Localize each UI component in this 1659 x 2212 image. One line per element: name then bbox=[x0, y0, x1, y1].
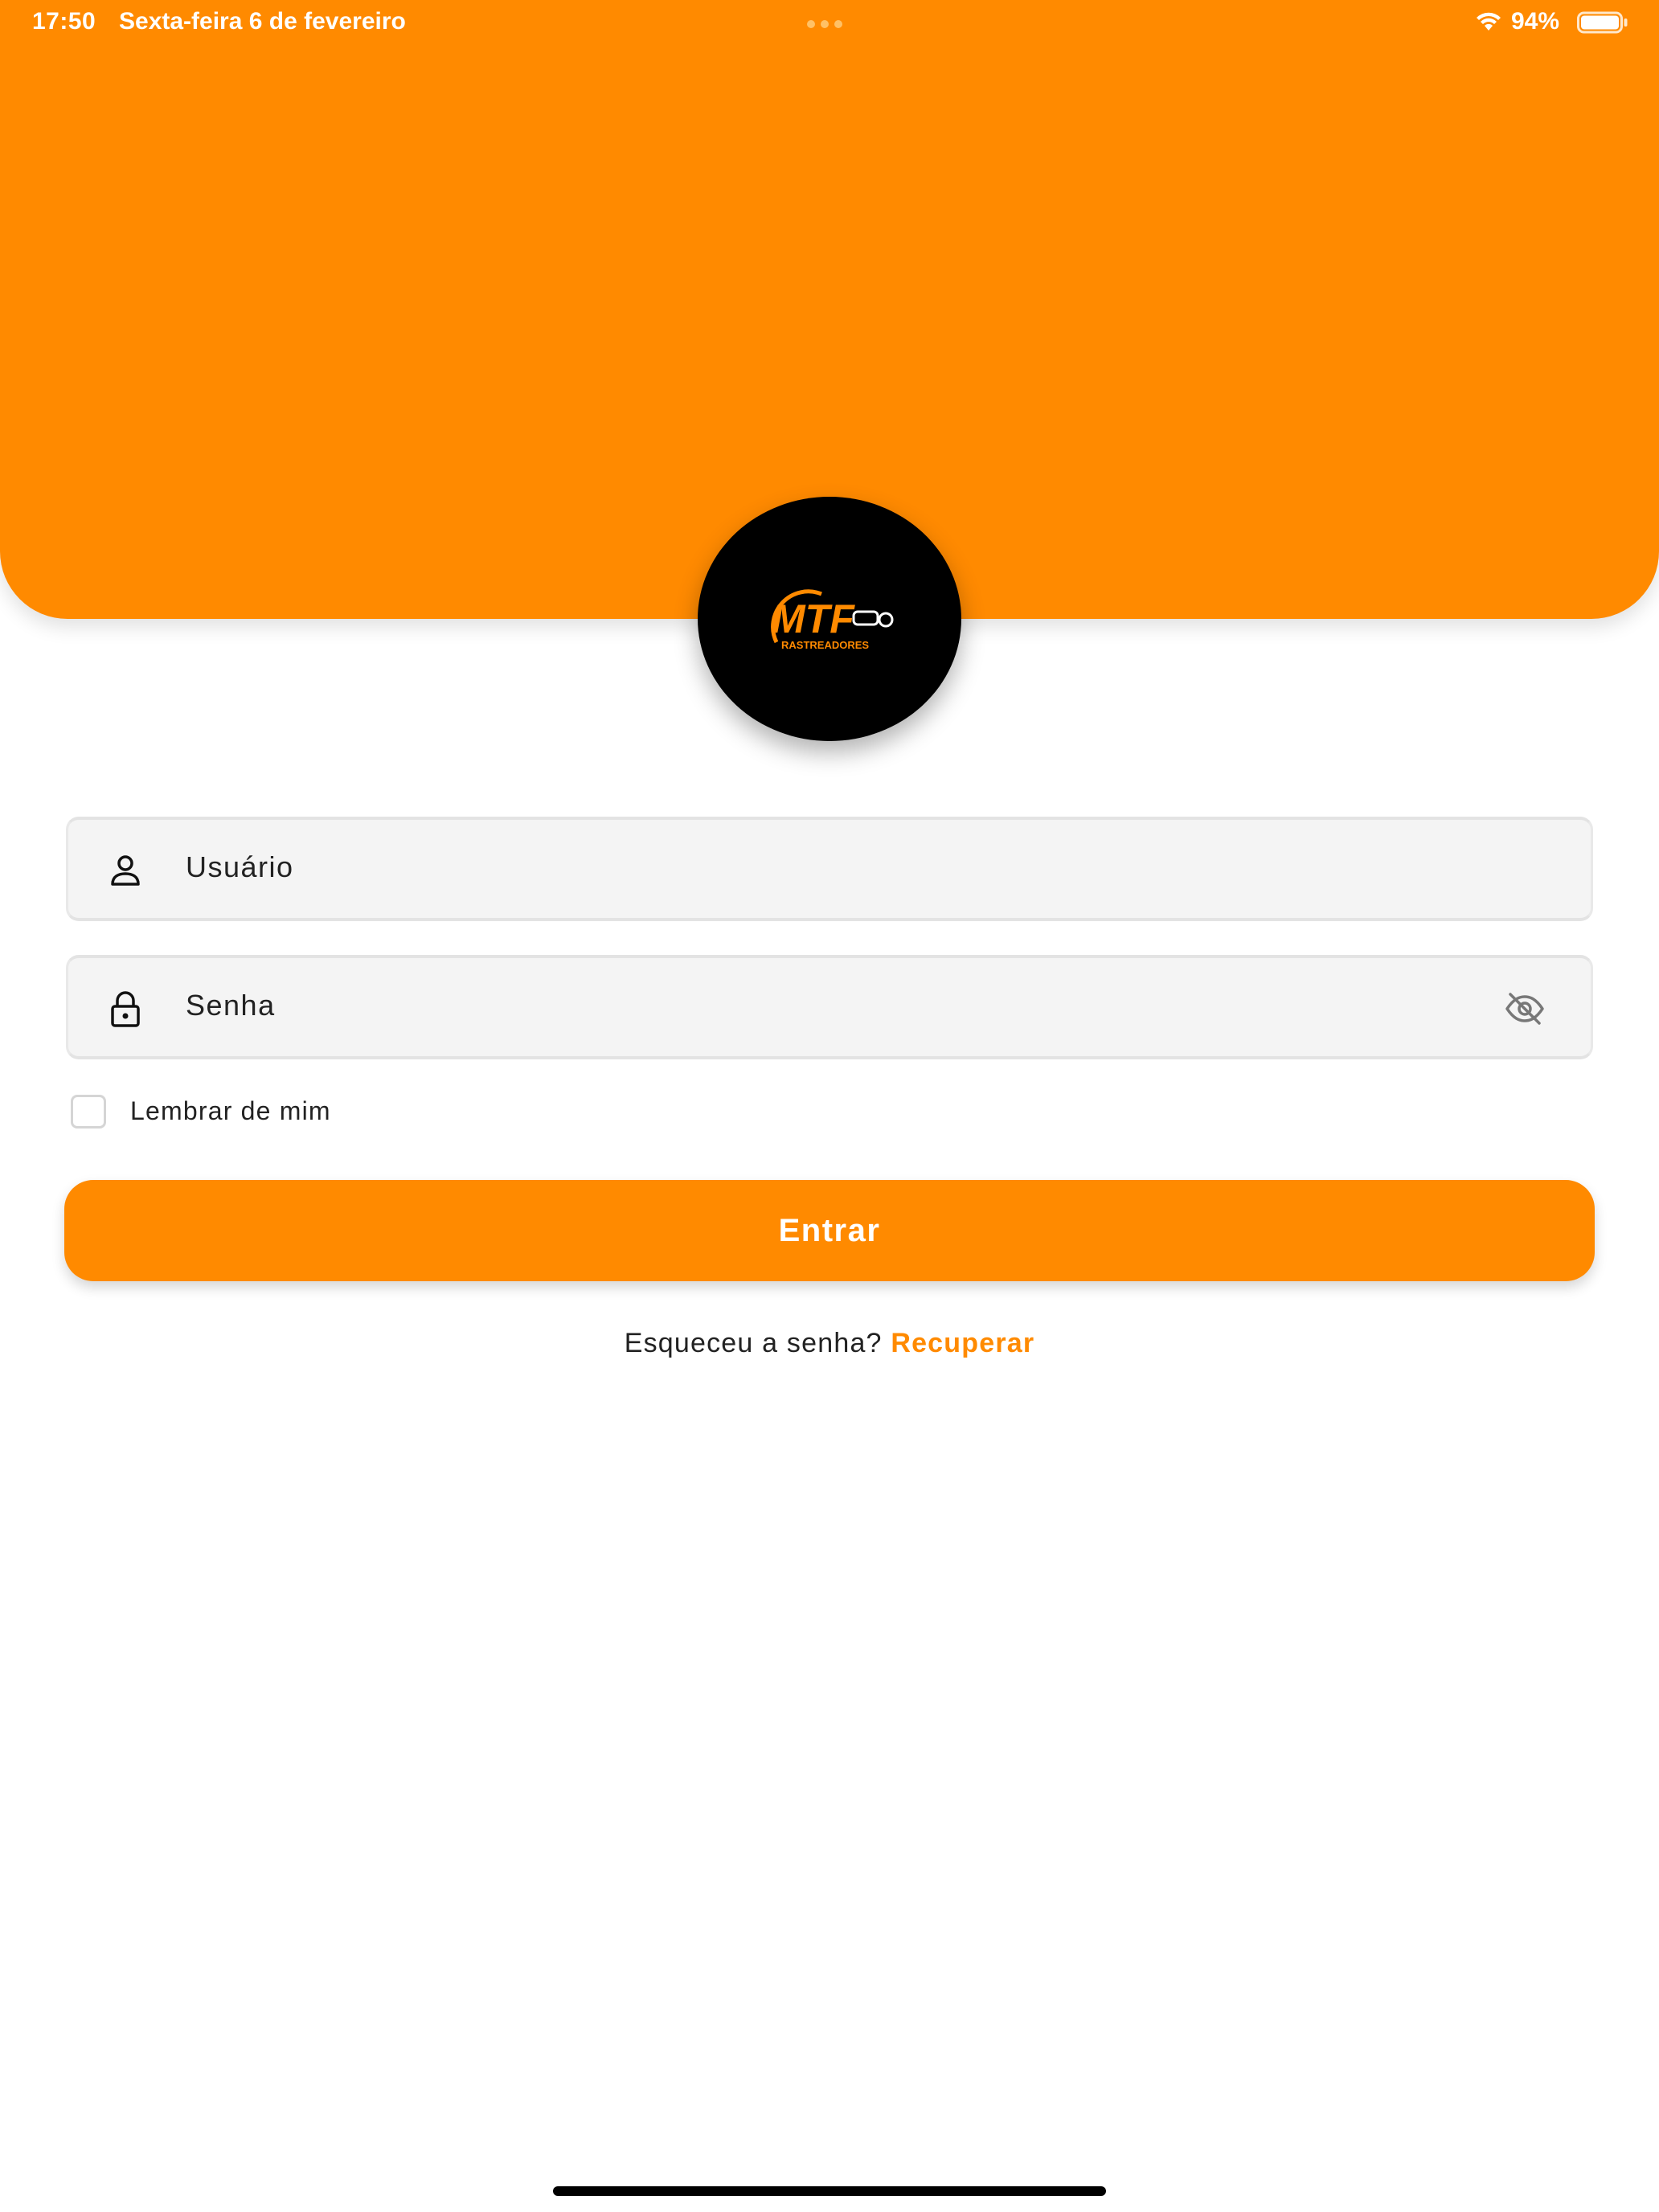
eye-off-icon[interactable] bbox=[1504, 990, 1546, 1027]
status-time: 17:50 bbox=[32, 8, 96, 35]
lock-icon bbox=[111, 991, 140, 1027]
battery-icon bbox=[1577, 11, 1628, 34]
password-placeholder: Senha bbox=[186, 989, 276, 1022]
login-screen: 17:50 Sexta-feira 6 de fevereiro 94% MTF… bbox=[0, 0, 1659, 2212]
multitasking-dots-icon[interactable] bbox=[807, 18, 852, 28]
battery-percentage: 94% bbox=[1511, 8, 1560, 35]
status-date: Sexta-feira 6 de fevereiro bbox=[119, 8, 406, 35]
remember-me-checkbox[interactable] bbox=[71, 1095, 106, 1129]
forgot-password-row: Esqueceu a senha? Recuperar bbox=[0, 1328, 1659, 1359]
mtf-logo-icon: MTF RASTREADORES bbox=[771, 589, 894, 651]
logo-text: MTF bbox=[772, 596, 855, 641]
logo-subtext: RASTREADORES bbox=[781, 639, 869, 651]
user-icon bbox=[111, 855, 140, 886]
login-button[interactable]: Entrar bbox=[64, 1180, 1595, 1281]
username-field[interactable]: Usuário bbox=[66, 817, 1593, 921]
remember-me-label[interactable]: Lembrar de mim bbox=[130, 1096, 331, 1126]
status-bar: 17:50 Sexta-feira 6 de fevereiro 94% bbox=[0, 0, 1659, 48]
forgot-password-text: Esqueceu a senha? bbox=[624, 1328, 891, 1358]
recover-password-link[interactable]: Recuperar bbox=[891, 1328, 1034, 1358]
username-placeholder: Usuário bbox=[186, 850, 294, 883]
home-indicator[interactable] bbox=[553, 2186, 1106, 2196]
company-logo: MTF RASTREADORES bbox=[698, 497, 961, 741]
wifi-icon bbox=[1477, 12, 1501, 31]
password-field[interactable]: Senha bbox=[66, 955, 1593, 1059]
